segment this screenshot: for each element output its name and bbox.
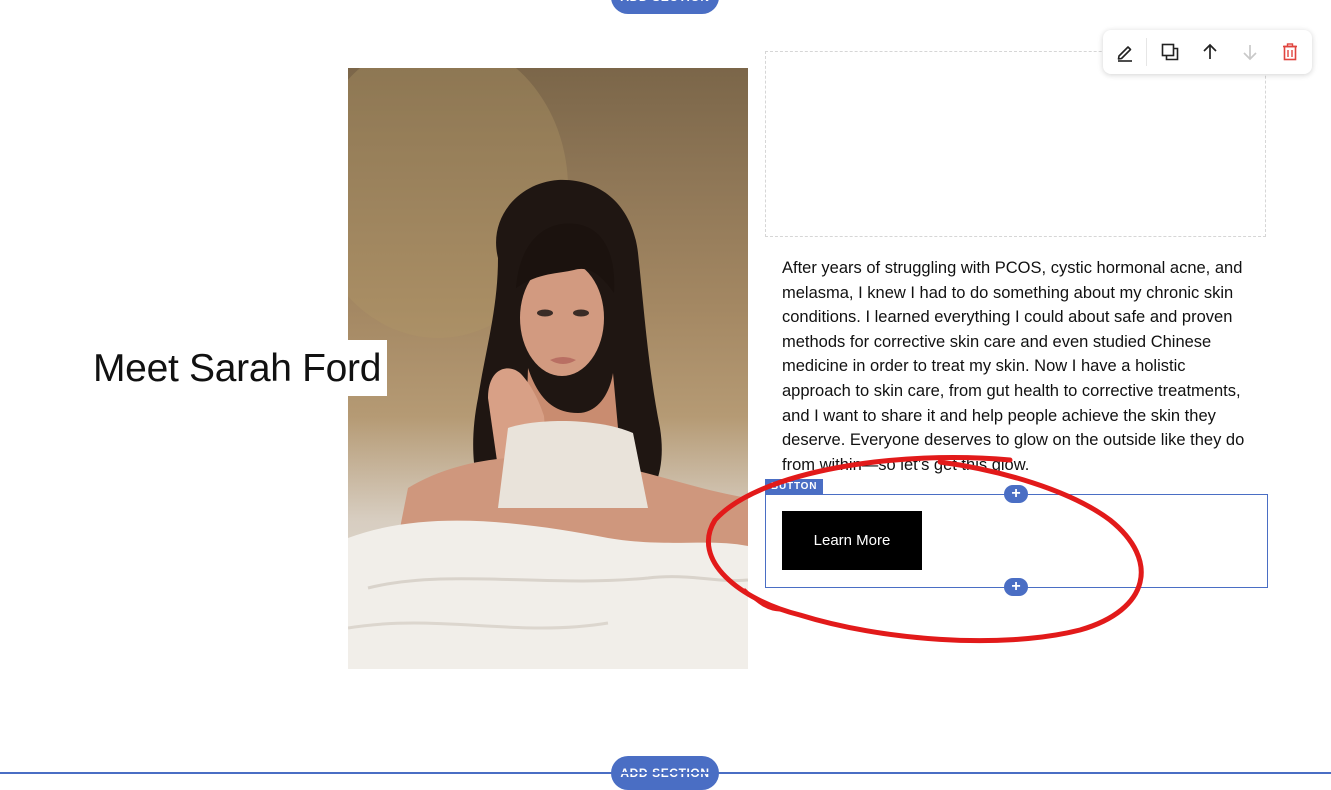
move-up-icon [1203,43,1217,59]
add-block-below-button[interactable]: + [1004,578,1028,596]
learn-more-button[interactable]: Learn More [782,511,922,570]
empty-content-block[interactable] [765,51,1266,237]
edit-block-button[interactable] [1113,40,1137,64]
add-block-above-button[interactable]: + [1004,485,1028,503]
delete-icon [1283,43,1297,61]
delete-block-button[interactable] [1278,40,1302,64]
move-down-icon [1243,45,1257,61]
move-up-button[interactable] [1198,40,1222,64]
portrait-photo [348,68,748,669]
plus-icon: + [1011,578,1021,595]
duplicate-block-button[interactable] [1158,40,1182,64]
add-section-button-top[interactable]: ADD SECTION [611,0,719,14]
bio-text[interactable]: After years of struggling with PCOS, cys… [782,256,1256,477]
section-title[interactable]: Meet Sarah Ford [93,346,381,392]
plus-icon: + [1011,485,1021,502]
toolbar-divider [1146,38,1147,66]
edit-icon [1117,46,1132,62]
duplicate-icon [1161,43,1179,61]
selected-block-label: BUTTON [765,479,824,494]
block-toolbar [1103,30,1312,74]
move-down-button[interactable] [1238,40,1262,64]
